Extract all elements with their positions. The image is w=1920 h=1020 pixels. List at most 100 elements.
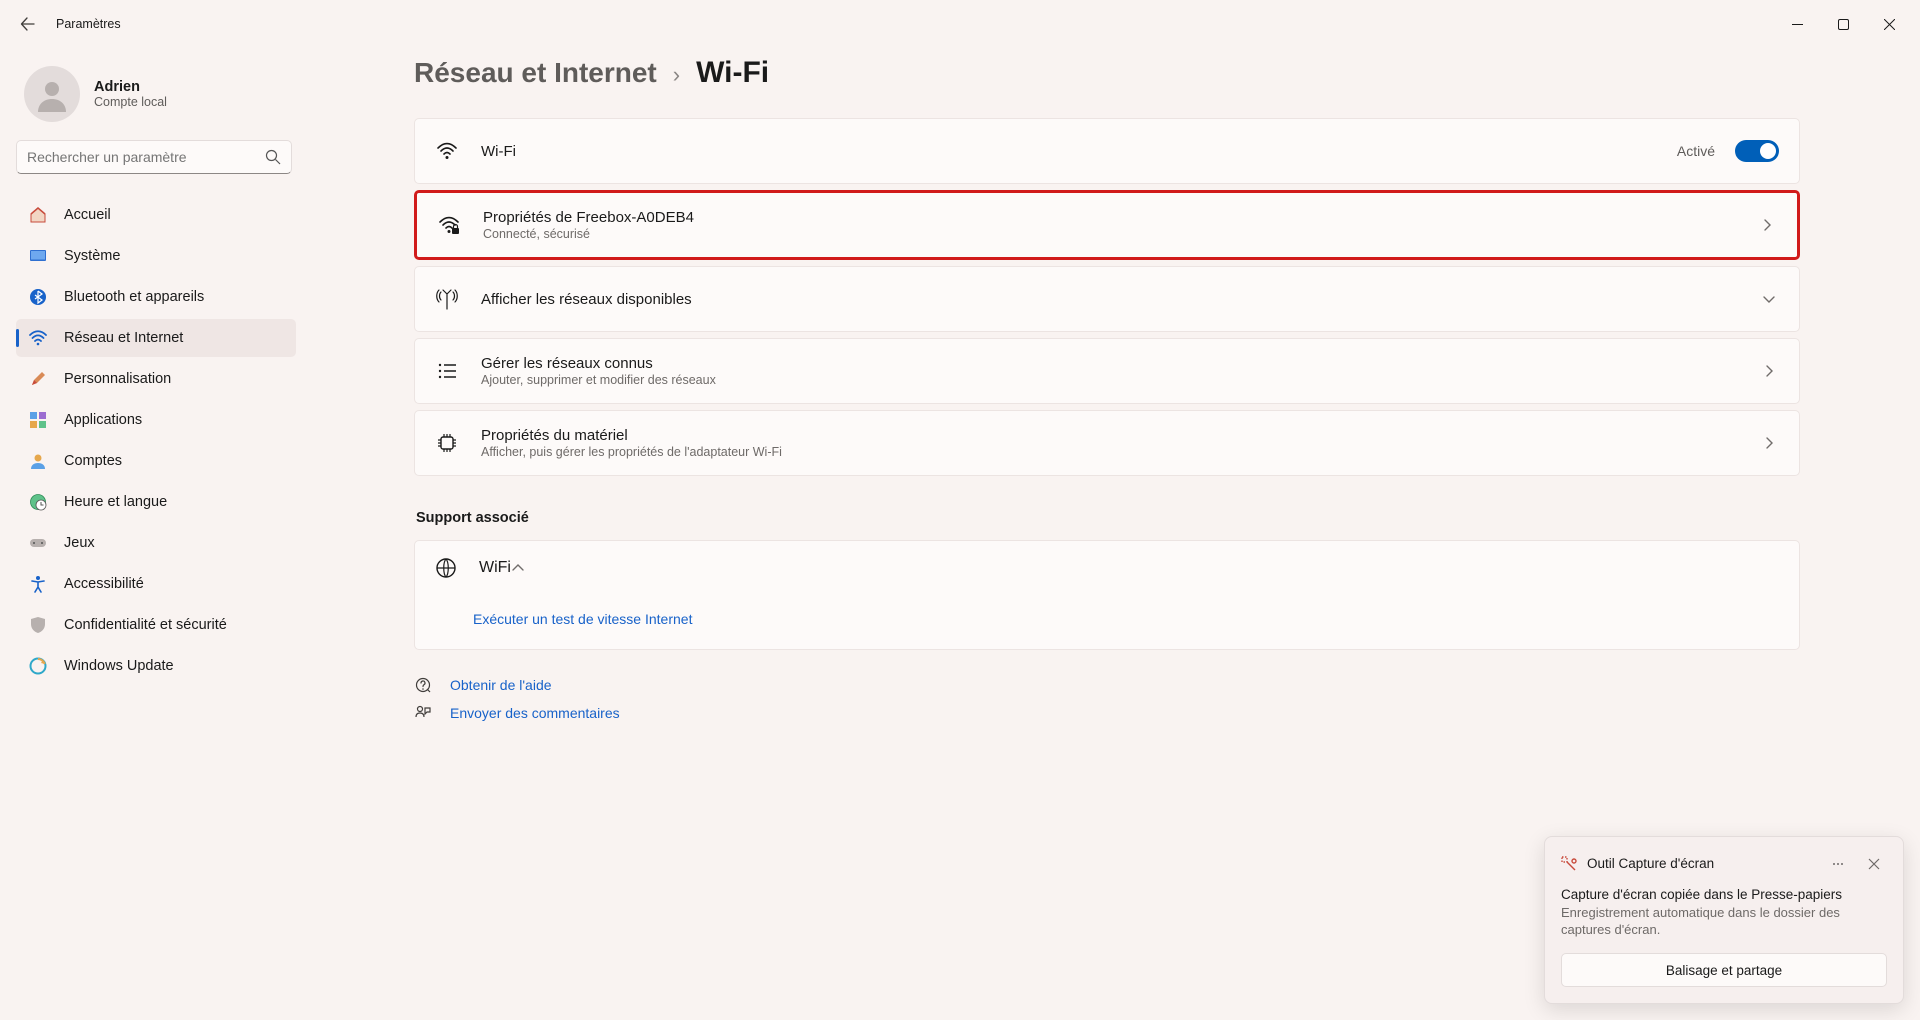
toast-message-primary: Capture d'écran copiée dans le Presse-pa…	[1561, 887, 1887, 902]
back-button[interactable]	[8, 4, 48, 44]
support-title: WiFi	[479, 559, 511, 577]
wifi-properties-card[interactable]: Propriétés de Freebox-A0DEB4 Connecté, s…	[414, 190, 1800, 260]
toast-action-button[interactable]: Balisage et partage	[1561, 953, 1887, 987]
home-icon	[28, 205, 48, 225]
footer-links: Obtenir de l'aide Envoyer des commentair…	[414, 676, 1800, 722]
minimize-button[interactable]	[1774, 4, 1820, 44]
maximize-icon	[1838, 19, 1849, 30]
card-sub: Ajouter, supprimer et modifier des résea…	[481, 373, 1759, 387]
card-title: Propriétés du matériel	[481, 427, 1759, 444]
nav-system[interactable]: Système	[16, 237, 296, 275]
nav-label: Accueil	[64, 207, 111, 223]
nav-apps[interactable]: Applications	[16, 401, 296, 439]
nav-label: Confidentialité et sécurité	[64, 617, 227, 633]
toast-more-button[interactable]	[1825, 851, 1851, 877]
close-icon	[1884, 19, 1895, 30]
account-icon	[28, 451, 48, 471]
nav-list: Accueil Système Bluetooth et appareils R…	[10, 196, 302, 685]
nav-time-language[interactable]: Heure et langue	[16, 483, 296, 521]
card-title: Afficher les réseaux disponibles	[481, 291, 1759, 308]
chevron-right-icon	[1757, 215, 1777, 235]
close-button[interactable]	[1866, 4, 1912, 44]
speed-test-link[interactable]: Exécuter un test de vitesse Internet	[473, 611, 692, 627]
apps-icon	[28, 410, 48, 430]
nav-update[interactable]: Windows Update	[16, 647, 296, 685]
nav-label: Bluetooth et appareils	[64, 289, 204, 305]
more-icon	[1831, 857, 1845, 871]
wifi-toggle-card[interactable]: Wi-Fi Activé	[414, 118, 1800, 184]
hardware-properties-card[interactable]: Propriétés du matériel Afficher, puis gé…	[414, 410, 1800, 476]
wifi-icon	[28, 328, 48, 348]
feedback-link[interactable]: Envoyer des commentaires	[450, 705, 620, 721]
page-title: Wi-Fi	[696, 56, 769, 90]
profile-name: Adrien	[94, 79, 167, 95]
snip-app-icon	[1561, 856, 1577, 872]
nav-home[interactable]: Accueil	[16, 196, 296, 234]
nav-accounts[interactable]: Comptes	[16, 442, 296, 480]
nav-label: Jeux	[64, 535, 95, 551]
support-section-label: Support associé	[416, 510, 1800, 526]
nav-label: Système	[64, 248, 120, 264]
profile-sub: Compte local	[94, 95, 167, 109]
breadcrumb: Réseau et Internet › Wi-Fi	[414, 56, 1800, 90]
chevron-down-icon	[1759, 289, 1779, 309]
card-title: Wi-Fi	[481, 143, 1677, 160]
support-card: WiFi Exécuter un test de vitesse Interne…	[414, 540, 1800, 650]
support-link-row: Exécuter un test de vitesse Internet	[415, 595, 1799, 649]
nav-label: Réseau et Internet	[64, 330, 183, 346]
known-networks-card[interactable]: Gérer les réseaux connus Ajouter, suppri…	[414, 338, 1800, 404]
globe-wifi-icon	[435, 557, 457, 579]
help-link-row[interactable]: Obtenir de l'aide	[414, 676, 1800, 694]
available-networks-card[interactable]: Afficher les réseaux disponibles	[414, 266, 1800, 332]
nav-label: Personnalisation	[64, 371, 171, 387]
nav-label: Accessibilité	[64, 576, 144, 592]
person-icon	[34, 76, 70, 112]
chip-icon	[435, 431, 459, 455]
nav-personalization[interactable]: Personnalisation	[16, 360, 296, 398]
profile-block[interactable]: Adrien Compte local	[10, 56, 302, 140]
card-title: Propriétés de Freebox-A0DEB4	[483, 209, 1757, 226]
nav-privacy[interactable]: Confidentialité et sécurité	[16, 606, 296, 644]
list-icon	[435, 359, 459, 383]
wifi-toggle[interactable]	[1735, 140, 1779, 162]
update-icon	[28, 656, 48, 676]
toast-app-name: Outil Capture d'écran	[1587, 856, 1714, 871]
support-head[interactable]: WiFi	[415, 541, 1799, 595]
sidebar: Adrien Compte local Accueil Système Blue…	[0, 48, 310, 1020]
breadcrumb-parent[interactable]: Réseau et Internet	[414, 57, 657, 89]
nav-bluetooth[interactable]: Bluetooth et appareils	[16, 278, 296, 316]
shield-icon	[28, 615, 48, 635]
minimize-icon	[1792, 19, 1803, 30]
toast-action-label: Balisage et partage	[1666, 963, 1782, 978]
wifi-secure-icon	[437, 213, 461, 237]
nav-gaming[interactable]: Jeux	[16, 524, 296, 562]
nav-label: Heure et langue	[64, 494, 167, 510]
arrow-left-icon	[20, 16, 36, 32]
maximize-button[interactable]	[1820, 4, 1866, 44]
accessibility-icon	[28, 574, 48, 594]
globe-clock-icon	[28, 492, 48, 512]
snip-toast: Outil Capture d'écran Capture d'écran co…	[1544, 836, 1904, 1004]
brush-icon	[28, 369, 48, 389]
card-sub: Connecté, sécurisé	[483, 227, 1757, 241]
gamepad-icon	[28, 533, 48, 553]
toast-close-button[interactable]	[1861, 851, 1887, 877]
chevron-right-icon	[1759, 433, 1779, 453]
titlebar: Paramètres	[0, 0, 1920, 48]
nav-network[interactable]: Réseau et Internet	[16, 319, 296, 357]
antenna-icon	[435, 287, 459, 311]
card-sub: Afficher, puis gérer les propriétés de l…	[481, 445, 1759, 459]
card-title: Gérer les réseaux connus	[481, 355, 1759, 372]
nav-label: Applications	[64, 412, 142, 428]
wifi-status: Activé	[1677, 143, 1715, 159]
help-link[interactable]: Obtenir de l'aide	[450, 677, 552, 693]
chevron-right-icon: ›	[673, 62, 680, 88]
help-icon	[414, 676, 432, 694]
feedback-link-row[interactable]: Envoyer des commentaires	[414, 704, 1800, 722]
search-box[interactable]	[16, 140, 292, 174]
toast-message-secondary: Enregistrement automatique dans le dossi…	[1561, 904, 1887, 939]
close-icon	[1868, 858, 1880, 870]
chevron-right-icon	[1759, 361, 1779, 381]
search-input[interactable]	[27, 149, 265, 165]
nav-accessibility[interactable]: Accessibilité	[16, 565, 296, 603]
